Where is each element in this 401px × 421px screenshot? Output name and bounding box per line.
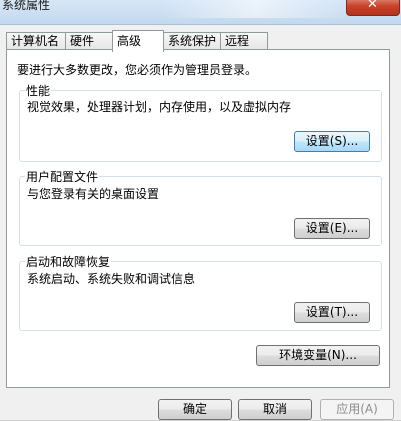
tab-advanced[interactable]: 高级 [112, 30, 164, 52]
title-bar: 系统属性 ✕ [0, 0, 401, 25]
startup-recovery-settings-button[interactable]: 设置(T)... [294, 302, 370, 323]
performance-description: 视觉效果，处理器计划，内存使用，以及虚拟内存 [27, 100, 292, 114]
performance-title: 性能 [25, 82, 52, 99]
tab-remote[interactable]: 远程 [220, 32, 268, 50]
system-properties-window: 系统属性 ✕ 计算机名 硬件 高级 系统保护 远程 要进行大多数更改，您必须作为… [0, 0, 401, 421]
startup-recovery-description: 系统启动、系统失败和调试信息 [27, 272, 196, 286]
environment-variables-button[interactable]: 环境变量(N)... [256, 345, 380, 366]
cancel-button[interactable]: 取消 [238, 399, 312, 420]
performance-settings-button[interactable]: 设置(S)... [294, 131, 370, 152]
window-title: 系统属性 [2, 0, 51, 12]
close-button[interactable]: ✕ [346, 0, 400, 16]
close-icon: ✕ [367, 0, 378, 12]
tab-computer-name[interactable]: 计算机名 [6, 32, 66, 50]
apply-button[interactable]: 应用(A) [320, 399, 394, 420]
startup-recovery-title: 启动和故障恢复 [25, 253, 112, 270]
admin-note: 要进行大多数更改，您必须作为管理员登录。 [17, 63, 258, 77]
user-profiles-settings-button[interactable]: 设置(E)... [294, 218, 370, 239]
user-profiles-description: 与您登录有关的桌面设置 [27, 187, 160, 201]
tab-hardware[interactable]: 硬件 [65, 32, 113, 50]
tab-system-protection[interactable]: 系统保护 [163, 32, 221, 50]
user-profiles-title: 用户配置文件 [25, 168, 100, 185]
ok-button[interactable]: 确定 [158, 399, 232, 420]
title-bar-glass [160, 0, 350, 18]
